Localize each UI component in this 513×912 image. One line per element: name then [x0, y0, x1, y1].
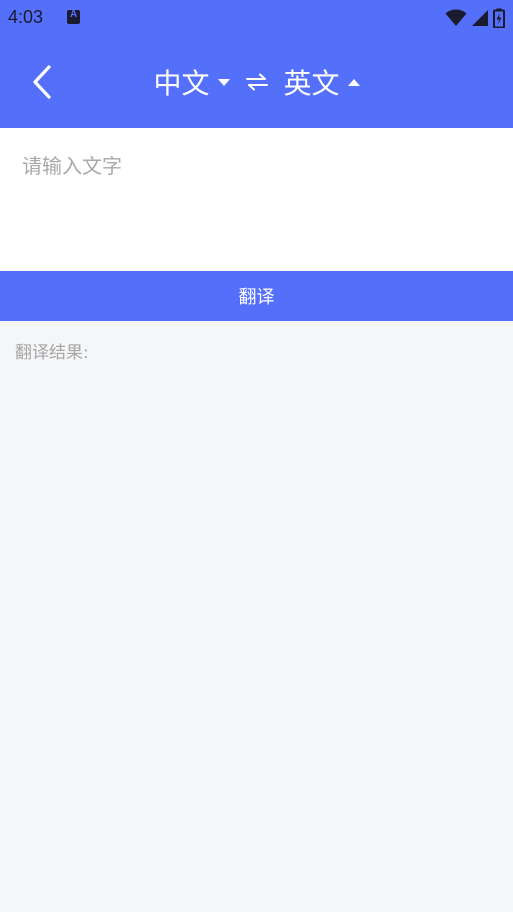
app-notification-icon	[67, 9, 80, 24]
input-area	[0, 128, 513, 271]
battery-icon	[493, 8, 505, 28]
language-selector: 中文 英文	[0, 36, 513, 128]
status-bar: 4:03	[0, 0, 513, 36]
status-time: 4:03	[8, 7, 44, 27]
caret-up-icon	[347, 78, 360, 86]
app-bar: 中文 英文	[0, 36, 513, 128]
result-label: 翻译结果:	[15, 343, 89, 363]
translate-screen: 4:03 中文	[0, 0, 513, 912]
source-language-select[interactable]: 中文	[153, 62, 230, 102]
signal-icon	[472, 10, 488, 26]
target-language-select[interactable]: 英文	[284, 62, 360, 102]
target-language-label: 英文	[283, 67, 340, 100]
wifi-icon	[445, 9, 467, 26]
swap-arrows-icon	[245, 73, 268, 91]
translate-button[interactable]: 翻译	[0, 271, 513, 321]
caret-down-icon	[217, 78, 230, 86]
text-input[interactable]	[22, 150, 492, 250]
status-icons	[445, 7, 505, 29]
swap-languages-button[interactable]	[244, 72, 270, 92]
source-language-label: 中文	[153, 67, 210, 100]
